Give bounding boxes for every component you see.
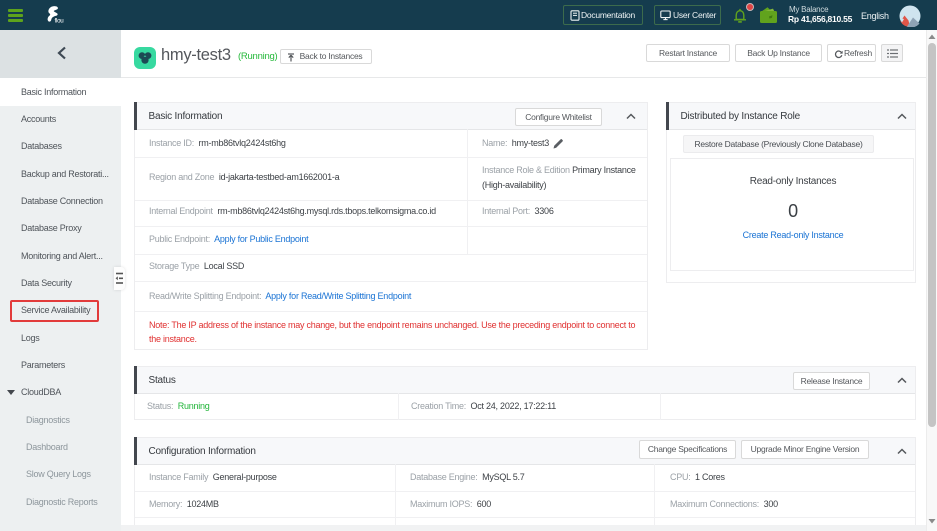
svg-text:flou: flou [55,18,65,25]
